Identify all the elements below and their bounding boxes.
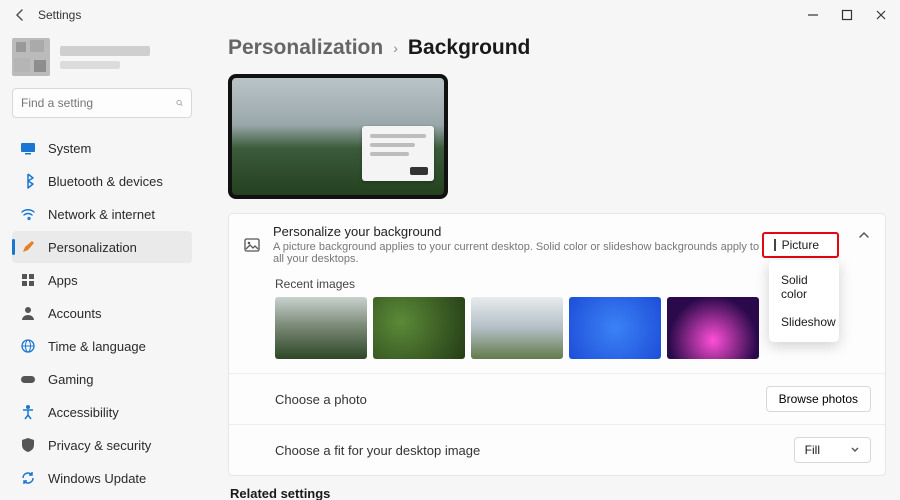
- sidebar-item-accounts[interactable]: Accounts: [12, 297, 192, 329]
- accessibility-icon: [20, 404, 36, 420]
- minimize-button[interactable]: [806, 8, 820, 22]
- bluetooth-icon: [20, 173, 36, 189]
- dropdown-option-slideshow[interactable]: Slideshow: [769, 308, 839, 336]
- sidebar-item-update[interactable]: Windows Update: [12, 462, 192, 494]
- sidebar-item-label: Network & internet: [48, 207, 155, 222]
- sidebar-item-label: Privacy & security: [48, 438, 151, 453]
- search-icon: [176, 96, 183, 110]
- update-icon: [20, 470, 36, 486]
- choose-fit-label: Choose a fit for your desktop image: [275, 443, 794, 458]
- background-type-dropdown[interactable]: Picture: [762, 232, 839, 258]
- thumbnail[interactable]: [471, 297, 563, 359]
- sidebar-item-time[interactable]: Time & language: [12, 330, 192, 362]
- sidebar-item-accessibility[interactable]: Accessibility: [12, 396, 192, 428]
- sidebar-item-label: Apps: [48, 273, 78, 288]
- sidebar-item-apps[interactable]: Apps: [12, 264, 192, 296]
- thumbnail[interactable]: [373, 297, 465, 359]
- maximize-button[interactable]: [840, 8, 854, 22]
- sidebar: System Bluetooth & devices Network & int…: [0, 30, 200, 500]
- paintbrush-icon: [20, 239, 36, 255]
- search-box[interactable]: [12, 88, 192, 118]
- apps-icon: [20, 272, 36, 288]
- dropdown-menu: Solid color Slideshow: [769, 260, 839, 342]
- card-title: Personalize your background: [273, 224, 762, 239]
- desktop-preview: [228, 74, 448, 199]
- chevron-up-icon[interactable]: [857, 228, 871, 242]
- chevron-right-icon: ›: [393, 40, 398, 56]
- breadcrumb-current: Background: [408, 36, 531, 60]
- sidebar-item-label: Time & language: [48, 339, 146, 354]
- main-content: Personalization › Background Personalize…: [200, 30, 900, 500]
- system-icon: [20, 140, 36, 156]
- preview-window: [362, 126, 434, 181]
- fit-dropdown[interactable]: Fill: [794, 437, 871, 463]
- card-subtitle: A picture background applies to your cur…: [273, 241, 762, 265]
- sidebar-item-label: Personalization: [48, 240, 137, 255]
- shield-icon: [20, 437, 36, 453]
- globe-icon: [20, 338, 36, 354]
- sidebar-item-gaming[interactable]: Gaming: [12, 363, 192, 395]
- search-input[interactable]: [21, 96, 176, 110]
- thumbnail[interactable]: [275, 297, 367, 359]
- image-icon: [243, 236, 261, 254]
- sidebar-item-label: Bluetooth & devices: [48, 174, 163, 189]
- chevron-down-icon: [850, 445, 860, 455]
- sidebar-item-label: Accounts: [48, 306, 101, 321]
- wifi-icon: [20, 206, 36, 222]
- sidebar-item-label: System: [48, 141, 91, 156]
- sidebar-item-label: Accessibility: [48, 405, 119, 420]
- app-title: Settings: [38, 8, 81, 22]
- related-settings-heading: Related settings: [230, 486, 886, 500]
- avatar: [12, 38, 50, 76]
- sidebar-item-system[interactable]: System: [12, 132, 192, 164]
- nav-list: System Bluetooth & devices Network & int…: [12, 132, 192, 494]
- sidebar-item-label: Windows Update: [48, 471, 146, 486]
- sidebar-item-bluetooth[interactable]: Bluetooth & devices: [12, 165, 192, 197]
- person-icon: [20, 305, 36, 321]
- browse-photos-button[interactable]: Browse photos: [766, 386, 871, 412]
- sidebar-item-privacy[interactable]: Privacy & security: [12, 429, 192, 461]
- gamepad-icon: [20, 371, 36, 387]
- breadcrumb: Personalization › Background: [228, 36, 886, 60]
- breadcrumb-parent[interactable]: Personalization: [228, 36, 383, 60]
- thumbnail[interactable]: [667, 297, 759, 359]
- account-header[interactable]: [12, 34, 192, 88]
- close-button[interactable]: [874, 8, 888, 22]
- sidebar-item-personalization[interactable]: Personalization: [12, 231, 192, 263]
- choose-photo-label: Choose a photo: [275, 392, 766, 407]
- back-button[interactable]: [12, 7, 28, 23]
- titlebar: Settings: [0, 0, 900, 30]
- account-name: [60, 46, 150, 69]
- personalize-card: Personalize your background A picture ba…: [228, 213, 886, 476]
- thumbnail[interactable]: [569, 297, 661, 359]
- sidebar-item-label: Gaming: [48, 372, 94, 387]
- dropdown-option-solid[interactable]: Solid color: [769, 266, 839, 308]
- sidebar-item-network[interactable]: Network & internet: [12, 198, 192, 230]
